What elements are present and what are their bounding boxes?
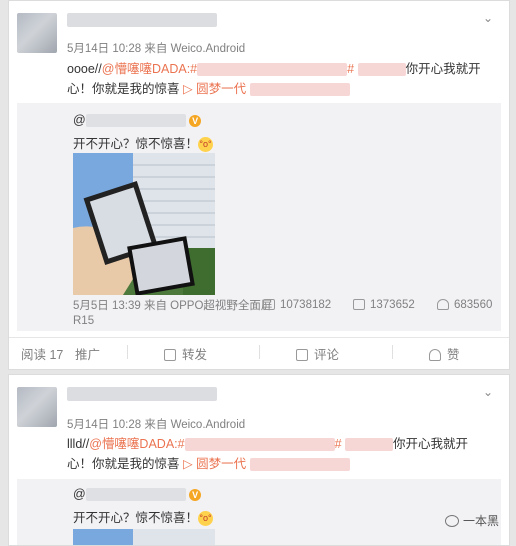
post-source[interactable]: Weico.Android (171, 43, 246, 55)
retweet-photo[interactable] (73, 153, 215, 295)
link-blurred (249, 83, 350, 97)
hashtag-blurred (197, 63, 348, 77)
chevron-down-icon[interactable]: ⌄ (481, 11, 495, 25)
post-content: llld//@懵噻噻DADA:# # 你开心我就开 心！你就是我的惊喜 ▷ 圆梦一… (67, 437, 469, 472)
comment-icon (296, 349, 308, 361)
retweet-author[interactable]: @ V (73, 113, 202, 128)
v-badge-icon: V (189, 489, 202, 501)
chevron-down-icon[interactable]: ⌄ (481, 385, 495, 399)
retweet-box[interactable]: @ V 开不开心？惊不惊喜！°o° (17, 103, 501, 331)
post-meta: 5月14日 10:28 来自 Weico.Android (67, 43, 246, 55)
comment-button[interactable]: 评论 (296, 344, 339, 363)
divider (9, 337, 509, 338)
mention-link[interactable]: @懵噻噻DADA (102, 62, 187, 76)
avatar[interactable] (17, 13, 57, 53)
video-link[interactable]: ▷ 圆梦一代 (183, 457, 246, 471)
retweet-like-count[interactable]: 683560 (437, 299, 492, 311)
v-badge-icon: V (189, 115, 202, 127)
like-button[interactable]: 赞 (429, 344, 460, 363)
hashtag-blurred-2 (345, 438, 394, 452)
hashtag-blurred (184, 438, 335, 452)
video-link[interactable]: ▷ 圆梦一代 (183, 82, 246, 96)
emoji-face-icon: °o° (198, 511, 214, 527)
comment-icon (353, 299, 365, 310)
share-icon (263, 299, 275, 310)
hashtag-blurred-2 (357, 63, 406, 77)
weibo-card-1: ⌄ 5月14日 10:28 来自 Weico.Android oooe//@懵噻… (8, 0, 510, 370)
retweet-author[interactable]: @ V (73, 487, 202, 502)
retweet-text: 开不开心？惊不惊喜！°o° (73, 511, 214, 527)
post-content: oooe//@懵噻噻DADA:# # 你开心我就开 心！你就是我的惊喜 ▷ 圆梦一… (67, 62, 481, 97)
username-blurred[interactable] (67, 13, 217, 27)
retweet-box[interactable]: @ V 开不开心？惊不惊喜！°o° (17, 479, 501, 545)
wechat-icon (444, 515, 459, 527)
post-meta: 5月14日 10:28 来自 Weico.Android (67, 419, 246, 431)
retweet-photo[interactable] (73, 529, 215, 545)
retweet-icon (164, 349, 176, 361)
like-icon (429, 349, 441, 361)
photo-illustration (73, 153, 215, 295)
post-date[interactable]: 5月14日 10:28 (67, 419, 141, 431)
mention-link[interactable]: @懵噻噻DADA (89, 437, 174, 451)
weibo-card-2: ⌄ 5月14日 10:28 来自 Weico.Android llld//@懵噻… (8, 374, 510, 546)
retweet-comment-count[interactable]: 1373652 (353, 299, 415, 311)
post-date[interactable]: 5月14日 10:28 (67, 43, 141, 55)
repost-button[interactable]: 转发 (164, 344, 207, 363)
avatar[interactable] (17, 387, 57, 427)
retweet-text: 开不开心？惊不惊喜！°o° (73, 137, 214, 153)
username-blurred[interactable] (67, 387, 217, 401)
link-blurred (249, 458, 350, 472)
post-source[interactable]: Weico.Android (171, 419, 246, 431)
retweet-meta: 5月5日 13:39 来自 OPPO超视野全面屏R15 (73, 300, 273, 327)
promote-button[interactable]: 推广 (75, 344, 100, 363)
watermark: 一本黑 (444, 512, 499, 529)
retweet-repost-count[interactable]: 10738182 (263, 299, 331, 311)
emoji-face-icon: °o° (198, 137, 214, 153)
read-count: 阅读 17 (21, 348, 64, 362)
like-icon (437, 299, 449, 310)
